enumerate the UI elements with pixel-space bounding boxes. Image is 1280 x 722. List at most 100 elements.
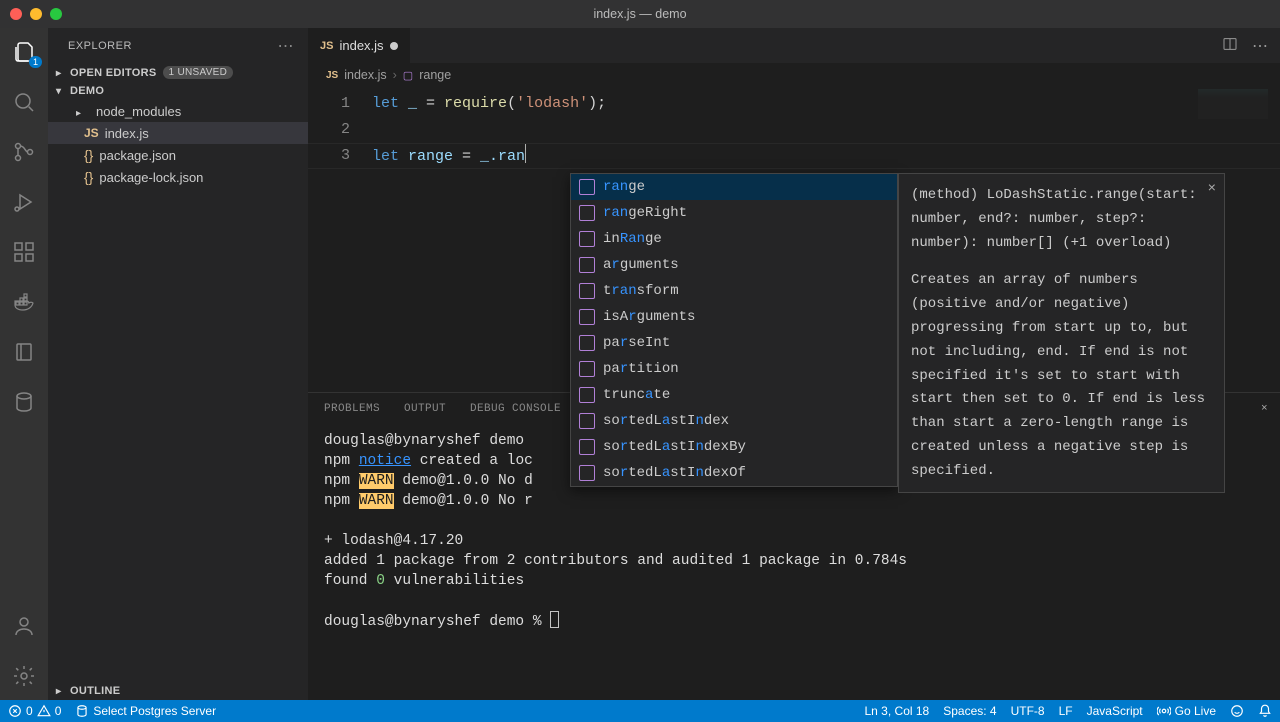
tree-label: package-lock.json: [99, 170, 203, 185]
breadcrumb-symbol: range: [419, 68, 451, 82]
status-eol[interactable]: LF: [1059, 704, 1073, 718]
maximize-icon[interactable]: [50, 8, 62, 20]
status-feedback-icon[interactable]: [1230, 704, 1244, 718]
tab-output[interactable]: OUTPUT: [404, 396, 446, 422]
suggest-label: sortedLastIndex: [603, 408, 729, 434]
tree-file-package-lock[interactable]: {} package-lock.json: [48, 166, 308, 188]
debug-icon[interactable]: [10, 188, 38, 216]
explorer-badge: 1: [29, 56, 42, 68]
tab-index-js[interactable]: JS index.js: [308, 28, 411, 63]
breadcrumb[interactable]: JS index.js › ▢ range: [308, 63, 1280, 87]
extensions-icon[interactable]: [10, 238, 38, 266]
explorer-icon[interactable]: 1: [10, 38, 38, 66]
status-lang[interactable]: JavaScript: [1087, 704, 1143, 718]
method-icon: [579, 387, 595, 403]
tree-label: package.json: [99, 148, 176, 163]
suggest-widget[interactable]: rangerangeRightinRangeargumentstransform…: [570, 173, 898, 487]
suggest-item[interactable]: sortedLastIndexBy: [571, 434, 897, 460]
status-go-live[interactable]: Go Live: [1157, 704, 1216, 718]
suggest-item[interactable]: arguments: [571, 252, 897, 278]
breadcrumb-file: index.js: [344, 68, 386, 82]
symbol-icon: ▢: [403, 69, 413, 82]
status-postgres[interactable]: Select Postgres Server: [75, 704, 216, 718]
suggest-item[interactable]: sortedLastIndexOf: [571, 460, 897, 486]
status-spaces[interactable]: Spaces: 4: [943, 704, 996, 718]
open-editors-label: OPEN EDITORS: [70, 67, 157, 79]
tree-folder-node-modules[interactable]: node_modules: [48, 100, 308, 122]
suggest-item[interactable]: parseInt: [571, 330, 897, 356]
sidebar-title: EXPLORER: [68, 40, 132, 52]
js-icon: JS: [84, 126, 99, 140]
tree-file-package[interactable]: {} package.json: [48, 144, 308, 166]
chevron-right-icon: [56, 685, 70, 697]
folder-section[interactable]: DEMO: [48, 82, 308, 100]
search-icon[interactable]: [10, 88, 38, 116]
suggest-doc: × (method) LoDashStatic.range(start: num…: [898, 173, 1225, 493]
panel-close-icon[interactable]: ×: [1261, 396, 1268, 422]
account-icon[interactable]: [10, 612, 38, 640]
method-icon: [579, 439, 595, 455]
suggest-label: transform: [603, 278, 679, 304]
suggest-label: inRange: [603, 226, 662, 252]
suggest-label: partition: [603, 356, 679, 382]
open-editors-section[interactable]: OPEN EDITORS 1 UNSAVED: [48, 63, 308, 82]
suggest-item[interactable]: inRange: [571, 226, 897, 252]
gear-icon[interactable]: [10, 662, 38, 690]
sidebar-header: EXPLORER ⋯: [48, 28, 308, 63]
close-icon[interactable]: ×: [1208, 178, 1216, 202]
unsaved-badge: 1 UNSAVED: [163, 66, 234, 79]
db-icon[interactable]: [10, 388, 38, 416]
tab-bar: JS index.js ⋯: [308, 28, 1280, 63]
suggest-label: isArguments: [603, 304, 695, 330]
js-icon: JS: [320, 40, 333, 52]
chevron-right-icon: [76, 104, 90, 119]
chevron-right-icon: [56, 67, 70, 79]
minimap[interactable]: [1198, 89, 1268, 119]
chevron-down-icon: [56, 85, 70, 97]
json-icon: {}: [84, 147, 93, 163]
suggest-item[interactable]: range: [571, 174, 897, 200]
suggest-item[interactable]: isArguments: [571, 304, 897, 330]
tab-problems[interactable]: PROBLEMS: [324, 396, 380, 422]
tab-debug-console[interactable]: DEBUG CONSOLE: [470, 396, 561, 422]
status-errors[interactable]: 0 0: [8, 704, 61, 718]
suggest-label: sortedLastIndexOf: [603, 460, 746, 486]
status-lncol[interactable]: Ln 3, Col 18: [865, 704, 930, 718]
window-title: index.js — demo: [0, 7, 1280, 21]
method-icon: [579, 309, 595, 325]
suggest-item[interactable]: partition: [571, 356, 897, 382]
suggest-item[interactable]: transform: [571, 278, 897, 304]
sidebar: EXPLORER ⋯ OPEN EDITORS 1 UNSAVED DEMO n…: [48, 28, 308, 700]
book-icon[interactable]: [10, 338, 38, 366]
suggest-item[interactable]: sortedLastIndex: [571, 408, 897, 434]
suggest-label: rangeRight: [603, 200, 687, 226]
method-icon: [579, 205, 595, 221]
json-icon: {}: [84, 169, 93, 185]
close-icon[interactable]: [10, 8, 22, 20]
activity-bar: 1: [0, 28, 48, 700]
tree-file-index[interactable]: JS index.js: [48, 122, 308, 144]
status-encoding[interactable]: UTF-8: [1011, 704, 1045, 718]
scm-icon[interactable]: [10, 138, 38, 166]
method-icon: [579, 361, 595, 377]
folder-name: DEMO: [70, 85, 104, 97]
docker-icon[interactable]: [10, 288, 38, 316]
window-controls[interactable]: [10, 8, 62, 20]
status-bar: 0 0 Select Postgres Server Ln 3, Col 18 …: [0, 700, 1280, 722]
sidebar-more-icon[interactable]: ⋯: [278, 36, 295, 56]
method-icon: [579, 413, 595, 429]
status-bell-icon[interactable]: [1258, 704, 1272, 718]
method-icon: [579, 257, 595, 273]
suggest-item[interactable]: truncate: [571, 382, 897, 408]
method-icon: [579, 465, 595, 481]
doc-signature: (method) LoDashStatic.range(start: numbe…: [911, 184, 1212, 255]
outline-label: OUTLINE: [70, 685, 120, 697]
minimize-icon[interactable]: [30, 8, 42, 20]
method-icon: [579, 283, 595, 299]
editor-more-icon[interactable]: ⋯: [1252, 36, 1268, 56]
outline-section[interactable]: OUTLINE: [48, 682, 308, 700]
method-icon: [579, 335, 595, 351]
split-editor-icon[interactable]: [1222, 36, 1238, 55]
suggest-item[interactable]: rangeRight: [571, 200, 897, 226]
code-area[interactable]: 1 2 3 let _ = require('lodash'); let ran…: [308, 87, 1280, 700]
